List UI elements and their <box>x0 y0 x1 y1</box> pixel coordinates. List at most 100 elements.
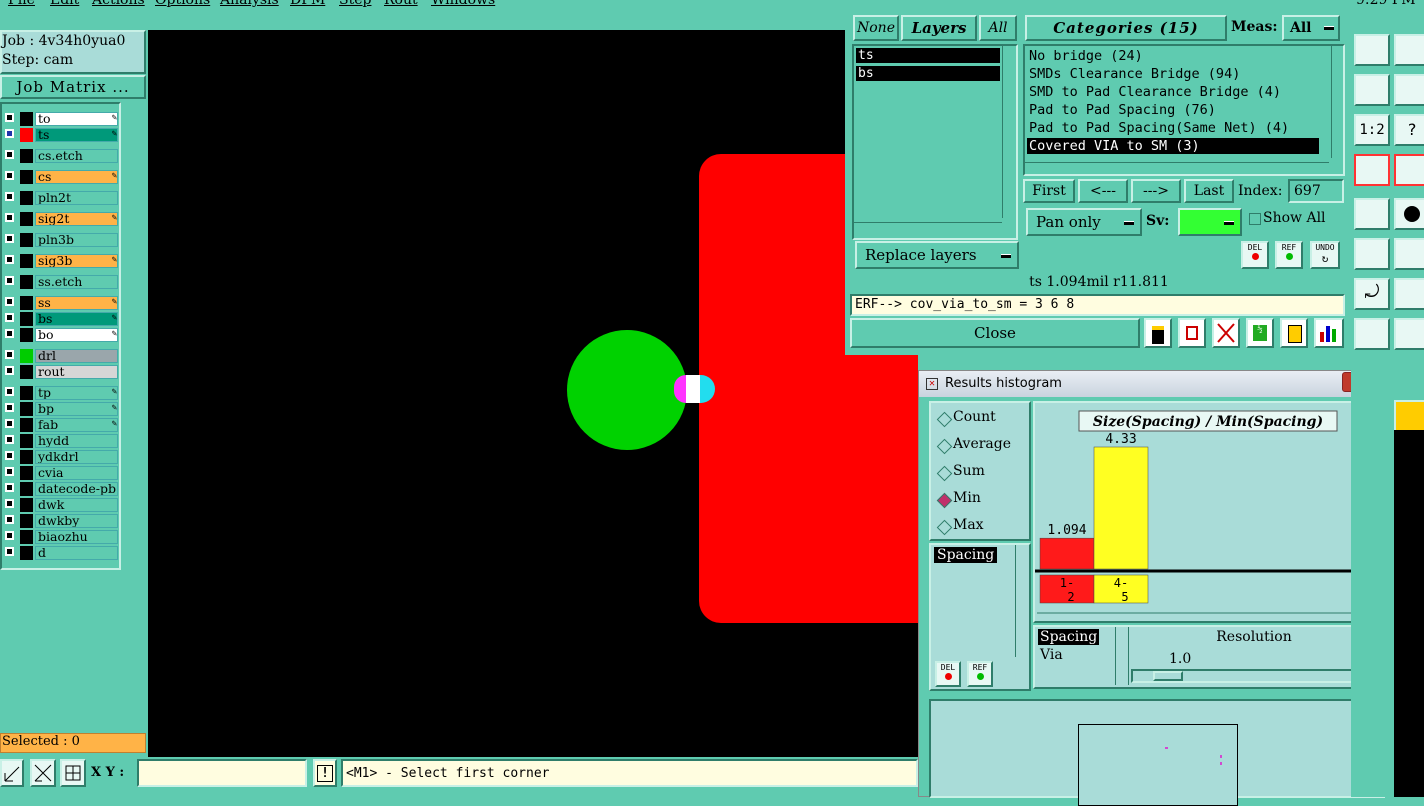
layer-color-swatch[interactable] <box>20 402 33 416</box>
layer-checkbox[interactable] <box>5 255 14 264</box>
layer-color-swatch[interactable] <box>20 128 33 142</box>
layer-checkbox[interactable] <box>5 297 14 306</box>
category-item[interactable]: SMDs Clearance Bridge (94) <box>1027 66 1319 82</box>
mode-radio-sum[interactable] <box>936 465 953 482</box>
menu-edit[interactable]: Edit <box>50 0 79 8</box>
layer-name[interactable]: sig2t <box>35 212 118 226</box>
layer-row-sig3b[interactable]: sig3b ✎ <box>2 254 120 268</box>
layer-name[interactable]: fab <box>35 418 118 432</box>
layer-checkbox[interactable] <box>5 435 14 444</box>
show-all-checkbox[interactable] <box>1249 213 1261 225</box>
layer-checkbox[interactable] <box>5 483 14 492</box>
layer-color-swatch[interactable] <box>20 466 33 480</box>
layer-row-sig2t[interactable]: sig2t ✎ <box>2 212 120 226</box>
layer-color-swatch[interactable] <box>20 275 33 289</box>
layer-checkbox[interactable] <box>5 419 14 428</box>
layer-color-swatch[interactable] <box>20 112 33 126</box>
layer-checkbox[interactable] <box>5 499 14 508</box>
pan-dropdown[interactable]: Pan only <box>1026 208 1142 236</box>
layer-row-ss[interactable]: ss ✎ <box>2 296 120 310</box>
layer-color-swatch[interactable] <box>20 312 33 326</box>
layer-name[interactable]: to <box>35 112 118 126</box>
layer-checkbox[interactable] <box>5 192 14 201</box>
layer-checkbox[interactable] <box>5 171 14 180</box>
layer-name[interactable]: dwk <box>35 498 118 512</box>
layer-color-swatch[interactable] <box>20 530 33 544</box>
layer-row-ss-etch[interactable]: ss.etch <box>2 275 120 289</box>
layer-row-ts[interactable]: ts ✎ <box>2 128 120 142</box>
layer-row-cs-etch[interactable]: cs.etch <box>2 149 120 163</box>
layer-name[interactable]: cs.etch <box>35 149 118 163</box>
flip-icon[interactable] <box>1394 278 1424 310</box>
mode-radio-min[interactable] <box>936 492 953 509</box>
layer-row-cs[interactable]: cs ✎ <box>2 170 120 184</box>
layer-color-swatch[interactable] <box>20 328 33 342</box>
split-icon[interactable]: ½ <box>1246 318 1274 348</box>
layer-checkbox[interactable] <box>5 113 14 122</box>
del-icon[interactable]: DEL <box>1241 241 1269 269</box>
net-icon[interactable] <box>1354 154 1390 186</box>
mode-radio-max[interactable] <box>936 519 953 536</box>
connect-icon[interactable] <box>1354 238 1390 270</box>
category-vscroll[interactable] <box>1331 46 1344 158</box>
type-item-via[interactable]: Via <box>1040 647 1063 663</box>
layer-row-drl[interactable]: drl <box>2 349 120 363</box>
layer-name[interactable]: bo <box>35 328 118 342</box>
menu-dfm[interactable]: DFM <box>290 0 325 8</box>
mode-radio-count[interactable] <box>936 411 953 428</box>
resolution-slider[interactable] <box>1131 669 1377 683</box>
net-compare-icon[interactable] <box>1394 154 1424 186</box>
layer-list-hscroll[interactable] <box>854 222 1002 235</box>
layer-name[interactable]: ss <box>35 296 118 310</box>
all-button[interactable]: All <box>979 15 1017 41</box>
layer-checkbox[interactable] <box>5 213 14 222</box>
select-icon[interactable] <box>1394 400 1424 432</box>
param-vscroll[interactable] <box>1015 545 1028 657</box>
menu-options[interactable]: Options <box>155 0 210 8</box>
align-icon[interactable] <box>1354 318 1390 350</box>
alert-icon[interactable]: ! <box>313 759 337 787</box>
menu-windows[interactable]: Windows <box>431 0 495 8</box>
category-list[interactable]: No bridge (24) SMDs Clearance Bridge (94)… <box>1023 44 1345 176</box>
home-icon[interactable] <box>1354 34 1390 66</box>
histogram-icon[interactable] <box>1314 318 1344 348</box>
layer-row-tp[interactable]: tp ✎ <box>2 386 120 400</box>
slider-handle[interactable] <box>1153 671 1183 681</box>
layer-color-swatch[interactable] <box>20 418 33 432</box>
layer-row-biaozhu[interactable]: biaozhu <box>2 530 120 544</box>
scale-icon[interactable]: 1:2 <box>1354 114 1390 146</box>
window-icon[interactable] <box>1394 34 1424 66</box>
layer-color-swatch[interactable] <box>20 434 33 448</box>
layer-color-swatch[interactable] <box>20 482 33 496</box>
categories-title[interactable]: Categories (15) <box>1025 15 1227 41</box>
layer-name[interactable]: datecode-pb <box>35 482 118 496</box>
close-button[interactable]: Close <box>850 318 1140 348</box>
layer-checkbox[interactable] <box>5 403 14 412</box>
menu-rout[interactable]: Rout <box>384 0 418 8</box>
first-button[interactable]: First <box>1023 179 1075 203</box>
layer-name[interactable]: ydkdrl <box>35 450 118 464</box>
layer-checkbox[interactable] <box>5 350 14 359</box>
layer-name[interactable]: sig3b <box>35 254 118 268</box>
layer-color-swatch[interactable] <box>20 233 33 247</box>
layer-name[interactable]: pln2t <box>35 191 118 205</box>
route-icon[interactable] <box>1394 238 1424 270</box>
mark-icon[interactable] <box>1178 318 1206 348</box>
layer-name[interactable]: d <box>35 546 118 560</box>
layer-name[interactable]: drl <box>35 349 118 363</box>
report-icon[interactable] <box>1280 318 1308 348</box>
rotate-icon[interactable]: ⤾ <box>1354 278 1390 310</box>
layer-name[interactable]: hydd <box>35 434 118 448</box>
menu-step[interactable]: Step <box>339 0 371 8</box>
layer-row-bo[interactable]: bo ✎ <box>2 328 120 342</box>
layer-checkbox[interactable] <box>5 467 14 476</box>
layer-color-swatch[interactable] <box>20 170 33 184</box>
layer-list-vscroll[interactable] <box>1002 46 1015 218</box>
layer-checkbox[interactable] <box>5 150 14 159</box>
type-item-spacing[interactable]: Spacing <box>1038 629 1100 645</box>
layer-name[interactable]: tp <box>35 386 118 400</box>
layer-color-swatch[interactable] <box>20 514 33 528</box>
none-button[interactable]: None <box>853 15 899 41</box>
category-item[interactable]: SMD to Pad Clearance Bridge (4) <box>1027 84 1319 100</box>
reference-off-icon[interactable] <box>1212 318 1240 348</box>
